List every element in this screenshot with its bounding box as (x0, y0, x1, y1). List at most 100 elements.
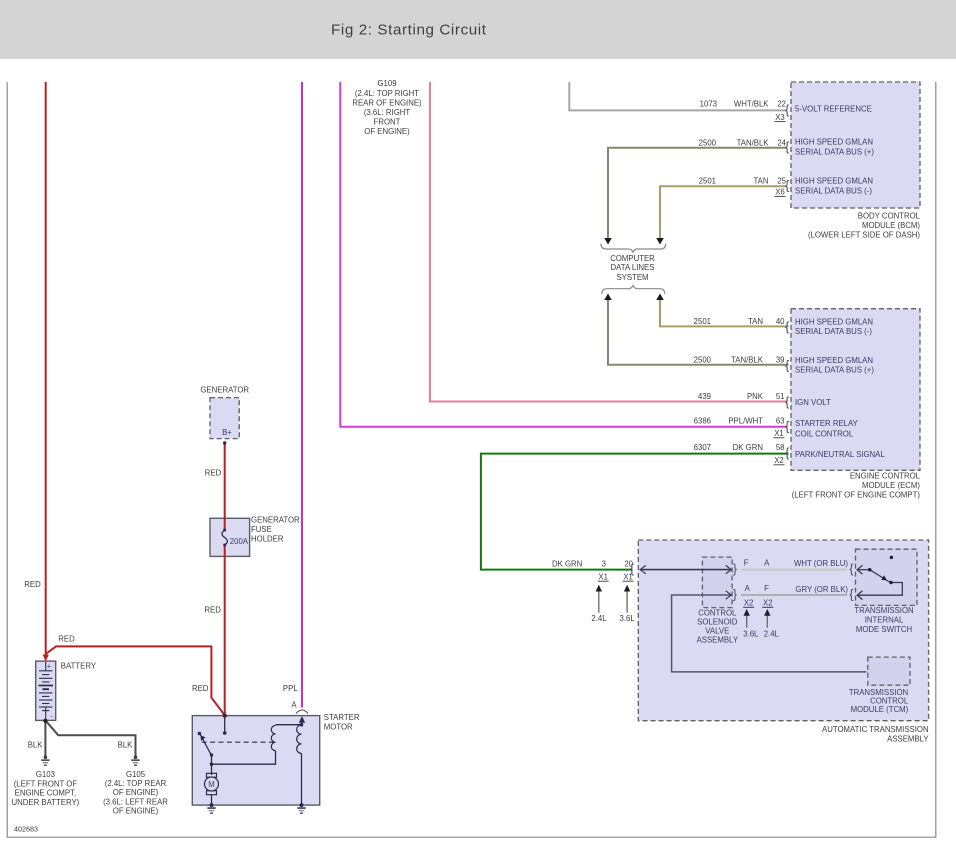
svg-text:439: 439 (698, 392, 711, 401)
svg-text:DATA LINES: DATA LINES (611, 263, 655, 272)
svg-text:A: A (745, 584, 751, 593)
svg-text:M: M (208, 780, 215, 789)
svg-text:(3.6L: RIGHT: (3.6L: RIGHT (364, 108, 411, 117)
svg-text:X2: X2 (763, 599, 773, 608)
svg-text:200A: 200A (230, 537, 249, 546)
svg-text:X1: X1 (774, 429, 784, 438)
svg-text:IGN VOLT: IGN VOLT (795, 398, 831, 407)
svg-text:{: { (849, 587, 854, 602)
svg-text:PPL/WHT: PPL/WHT (728, 417, 763, 426)
svg-text:SERIAL DATA BUS (+): SERIAL DATA BUS (+) (795, 366, 874, 375)
svg-text:F: F (764, 584, 769, 593)
svg-text:3: 3 (602, 559, 606, 568)
svg-text:ASSEMBLY: ASSEMBLY (887, 735, 929, 744)
svg-text:X2: X2 (774, 456, 784, 465)
svg-text:(2.4L: TOP RIGHT: (2.4L: TOP RIGHT (355, 89, 419, 98)
svg-text:2.4L: 2.4L (591, 614, 607, 623)
svg-text:2501: 2501 (694, 317, 711, 326)
svg-text:25: 25 (777, 177, 786, 186)
svg-text:OF ENGINE): OF ENGINE) (113, 788, 159, 797)
svg-text:}: } (733, 561, 738, 576)
svg-text:A: A (764, 559, 770, 568)
svg-text:INTERNAL: INTERNAL (865, 616, 904, 625)
svg-text:RED: RED (205, 469, 222, 478)
svg-text:(LEFT FRONT OF ENGINE COMPT): (LEFT FRONT OF ENGINE COMPT) (792, 491, 921, 500)
svg-text:G105: G105 (126, 770, 146, 779)
svg-text:BLK: BLK (28, 740, 44, 749)
svg-text:(3.6L: LEFT REAR: (3.6L: LEFT REAR (103, 797, 168, 806)
svg-text:SOLENOID: SOLENOID (697, 618, 738, 627)
svg-text:6386: 6386 (694, 417, 711, 426)
svg-text:PARK/NEUTRAL SIGNAL: PARK/NEUTRAL SIGNAL (795, 450, 885, 459)
svg-text:PNK: PNK (747, 392, 764, 401)
svg-text:ENGINE CONTROL: ENGINE CONTROL (850, 472, 921, 481)
svg-text:63: 63 (776, 417, 785, 426)
svg-text:VALVE: VALVE (705, 627, 729, 636)
svg-text:SERIAL DATA BUS (-): SERIAL DATA BUS (-) (795, 327, 872, 336)
svg-text:BLK: BLK (118, 740, 134, 749)
svg-text:X3: X3 (775, 113, 785, 122)
svg-text:MODULE (TCM): MODULE (TCM) (851, 705, 909, 714)
svg-text:MOTOR: MOTOR (324, 723, 353, 732)
svg-text:HIGH SPEED GMLAN: HIGH SPEED GMLAN (795, 177, 873, 186)
svg-text:GRY (OR BLK): GRY (OR BLK) (795, 585, 848, 594)
svg-text:51: 51 (776, 392, 785, 401)
svg-text:TAN: TAN (753, 177, 768, 186)
svg-text:PPL: PPL (283, 684, 298, 693)
svg-text:MODULE (ECM): MODULE (ECM) (862, 481, 920, 490)
svg-text:STARTER RELAY: STARTER RELAY (795, 419, 859, 428)
svg-text:X6: X6 (775, 188, 785, 197)
svg-text:5-VOLT REFERENCE: 5-VOLT REFERENCE (795, 105, 872, 114)
svg-text:HOLDER: HOLDER (251, 535, 284, 544)
svg-text:STARTER: STARTER (324, 713, 360, 722)
svg-text:TRANSMISSION: TRANSMISSION (854, 606, 913, 615)
svg-text:40: 40 (776, 317, 785, 326)
svg-text:24: 24 (777, 139, 786, 148)
svg-text:6307: 6307 (694, 443, 711, 452)
svg-text:WHT (OR BLU): WHT (OR BLU) (794, 559, 848, 568)
svg-text:2.4L: 2.4L (764, 630, 780, 639)
svg-text:X1: X1 (598, 572, 608, 581)
svg-text:HIGH SPEED GMLAN: HIGH SPEED GMLAN (795, 356, 873, 365)
svg-text:2500: 2500 (699, 139, 717, 148)
svg-text:{: { (785, 357, 790, 372)
svg-text:AUTOMATIC TRANSMISSION: AUTOMATIC TRANSMISSION (822, 725, 929, 734)
svg-text:1073: 1073 (700, 100, 717, 109)
svg-text:SYSTEM: SYSTEM (616, 273, 648, 282)
svg-text:22: 22 (777, 100, 786, 109)
svg-text:HIGH SPEED GMLAN: HIGH SPEED GMLAN (795, 318, 873, 327)
svg-text:SERIAL DATA BUS (-): SERIAL DATA BUS (-) (795, 186, 872, 195)
svg-text:(LOWER LEFT SIDE OF DASH): (LOWER LEFT SIDE OF DASH) (808, 231, 920, 240)
svg-text:{: { (785, 319, 790, 334)
svg-text:RED: RED (204, 606, 221, 615)
svg-text:MODULE (BCM): MODULE (BCM) (862, 221, 920, 230)
svg-text:G109: G109 (377, 79, 396, 88)
svg-text:}: } (733, 587, 738, 602)
svg-text:RED: RED (192, 684, 209, 693)
svg-text:39: 39 (776, 355, 785, 364)
svg-text:58: 58 (776, 443, 785, 452)
svg-text:UNDER BATTERY): UNDER BATTERY) (12, 798, 80, 807)
svg-text:COMPUTER: COMPUTER (610, 254, 655, 263)
svg-text:COIL CONTROL: COIL CONTROL (795, 430, 854, 439)
svg-text:3.6L: 3.6L (620, 614, 636, 623)
svg-text:(2.4L: TOP REAR: (2.4L: TOP REAR (105, 779, 167, 788)
svg-text:G103: G103 (36, 770, 55, 779)
svg-text:BATTERY: BATTERY (61, 662, 97, 671)
svg-text:DK GRN: DK GRN (733, 443, 763, 452)
svg-text:ASSEMBLY: ASSEMBLY (697, 636, 739, 645)
svg-text:F: F (744, 559, 749, 568)
svg-text:{: { (849, 561, 854, 576)
svg-text:DK GRN: DK GRN (552, 559, 582, 568)
svg-text:OF ENGINE): OF ENGINE) (364, 127, 410, 136)
svg-text:+: + (47, 662, 51, 671)
svg-text:{: { (785, 419, 790, 434)
svg-text:(LEFT FRONT OF: (LEFT FRONT OF (14, 779, 78, 788)
svg-text:Fig 2: Starting Circuit: Fig 2: Starting Circuit (331, 22, 487, 39)
svg-text:OF ENGINE): OF ENGINE) (113, 807, 159, 816)
svg-text:MODE SWITCH: MODE SWITCH (856, 625, 912, 634)
svg-text:FRONT: FRONT (374, 118, 401, 127)
svg-text:{: { (785, 394, 790, 409)
svg-text:GENERATOR: GENERATOR (251, 516, 300, 525)
svg-text:402683: 402683 (14, 825, 38, 834)
